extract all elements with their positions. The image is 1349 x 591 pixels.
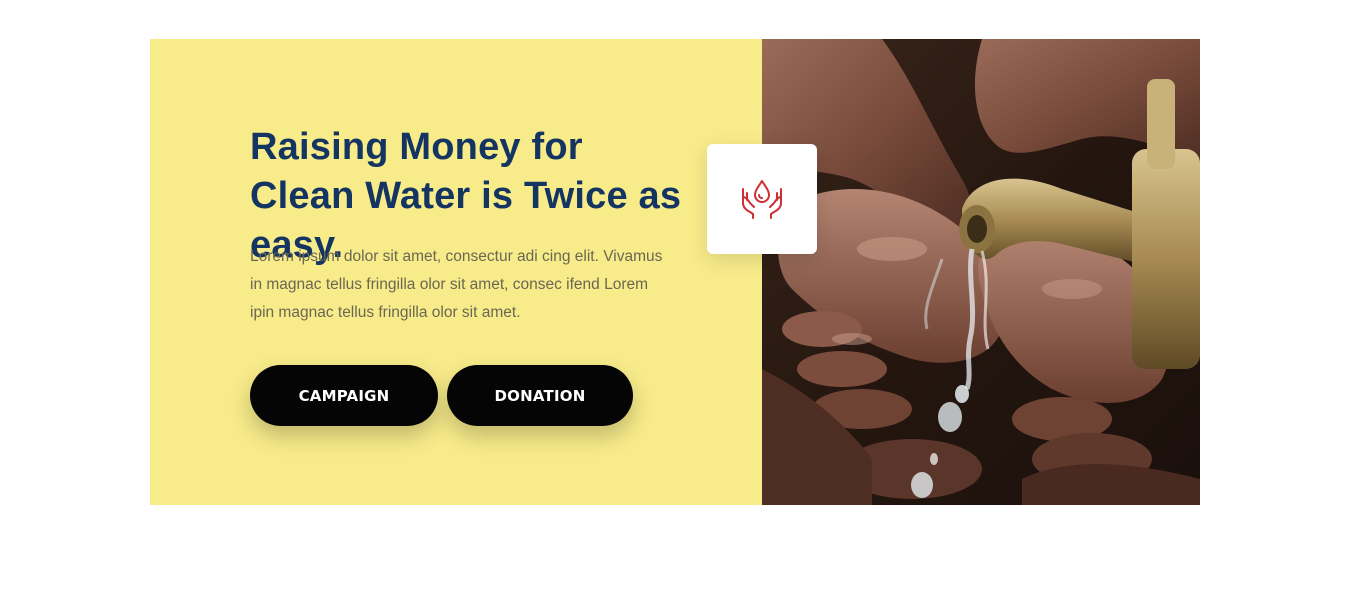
hands-water-tap-photo <box>762 39 1200 505</box>
campaign-button[interactable]: CAMPAIGN <box>250 365 438 426</box>
hero-text-panel: Raising Money for Clean Water is Twice a… <box>150 39 762 505</box>
icon-card <box>707 144 817 254</box>
hero-button-row: CAMPAIGN DONATION <box>250 365 633 426</box>
water-drop-hands-icon <box>742 180 782 219</box>
hero-section: Raising Money for Clean Water is Twice a… <box>150 39 1200 505</box>
donation-button[interactable]: DONATION <box>447 365 633 426</box>
hero-body-text: Lorem ipsum dolor sit amet, consectur ad… <box>250 248 663 321</box>
photo-illustration <box>762 39 1200 505</box>
